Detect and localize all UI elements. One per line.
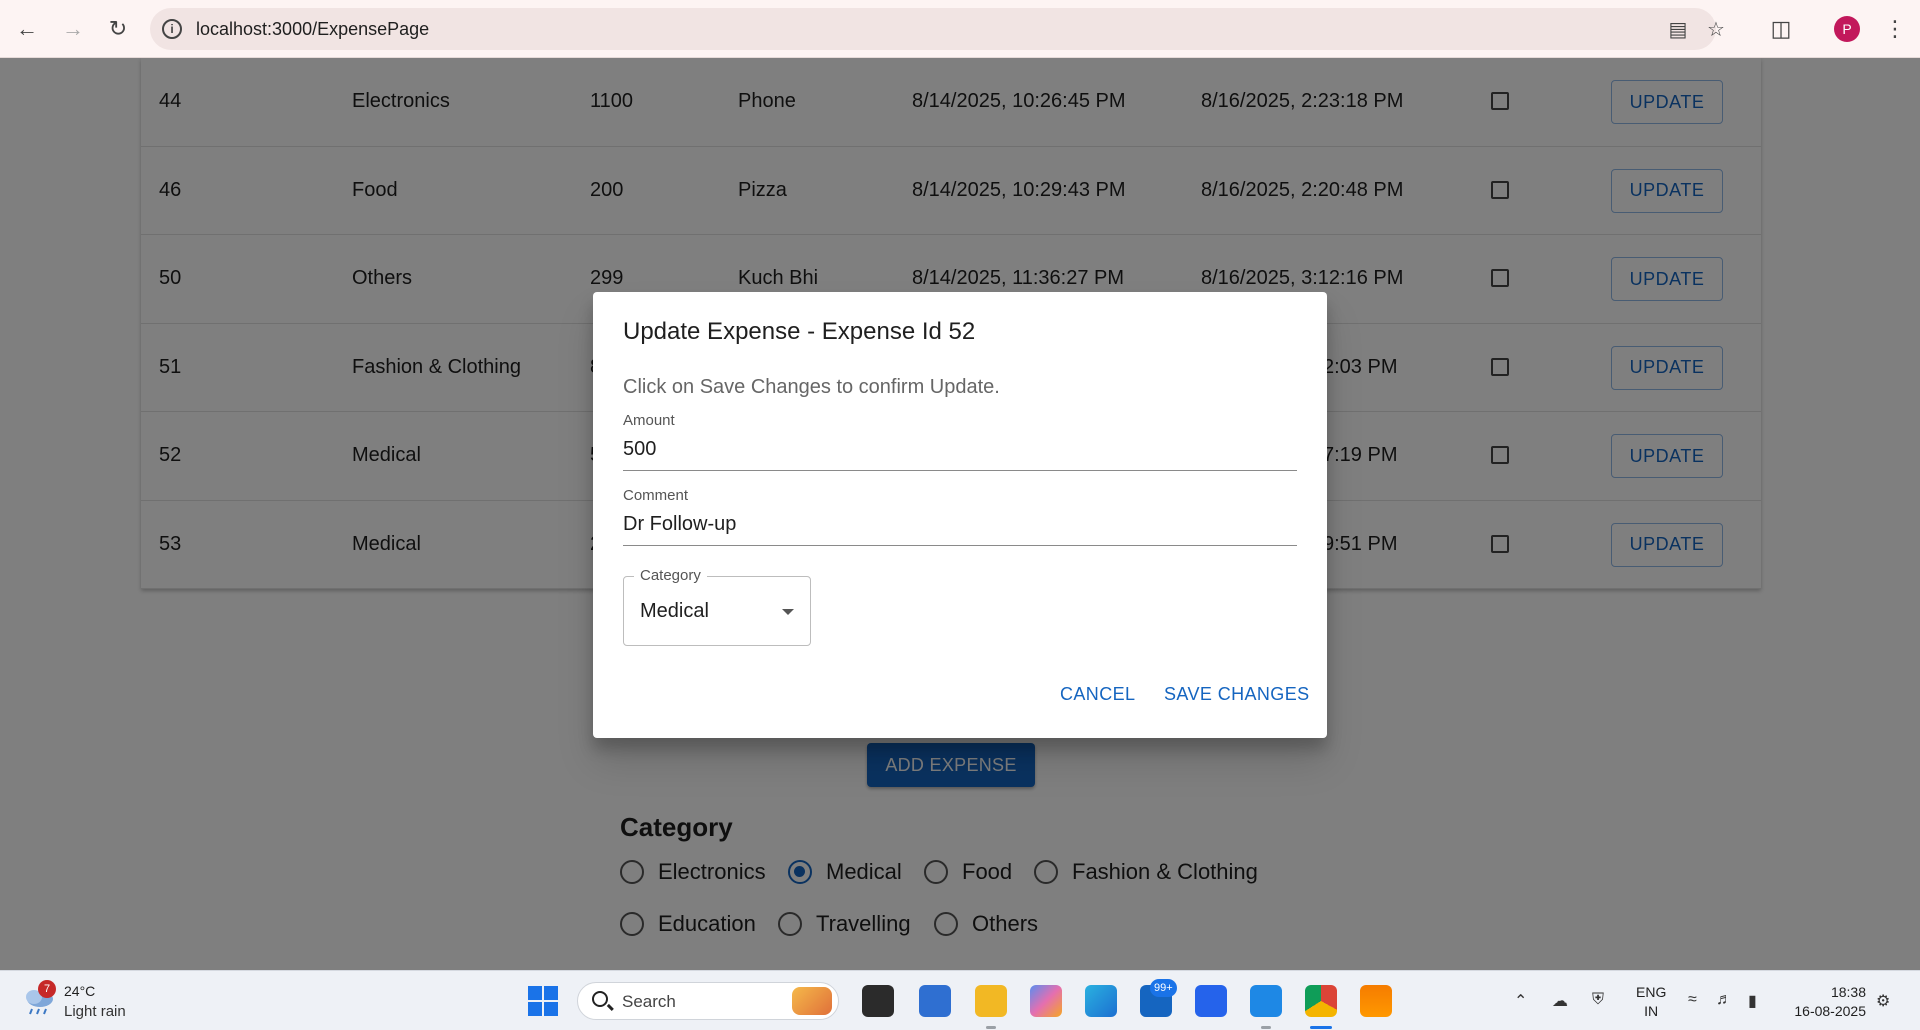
wifi-icon[interactable]: ≈ (1688, 991, 1697, 1009)
vscode-icon[interactable] (1250, 985, 1282, 1017)
edge-icon[interactable] (1085, 985, 1117, 1017)
clock[interactable]: 18:38 16-08-2025 (1782, 983, 1866, 1021)
amount-input[interactable]: 500 (623, 438, 656, 461)
app-active-indicator (1310, 1026, 1332, 1029)
save-changes-button[interactable]: SAVE CHANGES (1164, 684, 1310, 705)
volume-icon[interactable]: ♬ (1716, 991, 1732, 1009)
browser-toolbar: ← → ↻ i localhost:3000/ExpensePage ▤ ☆ ◫… (0, 0, 1920, 58)
app-running-indicator (986, 1026, 996, 1029)
install-app-icon[interactable]: ▤ (1666, 17, 1690, 41)
search-placeholder: Search (622, 992, 676, 1011)
dialog-title: Update Expense - Expense Id 52 (623, 318, 976, 345)
back-icon[interactable]: ← (10, 12, 44, 46)
category-select[interactable]: Category Medical (623, 567, 811, 646)
comment-underline (623, 545, 1297, 546)
security-shield-icon[interactable]: ⛨ (1592, 991, 1604, 1009)
clock-time: 18:38 (1830, 984, 1866, 1000)
comment-input[interactable]: Dr Follow-up (623, 513, 736, 536)
cancel-button[interactable]: CANCEL (1060, 684, 1135, 705)
chrome-icon[interactable] (1305, 985, 1337, 1017)
amount-label: Amount (623, 412, 675, 429)
task-view-icon[interactable] (862, 985, 894, 1017)
copilot-icon[interactable] (1030, 985, 1062, 1017)
amount-underline (623, 470, 1297, 471)
file-explorer-icon[interactable] (975, 985, 1007, 1017)
taskbar-search[interactable]: Search (577, 982, 839, 1020)
category-select-value: Medical (640, 600, 709, 622)
search-icon (592, 991, 608, 1007)
update-expense-dialog: Update Expense - Expense Id 52 Click on … (593, 292, 1327, 738)
weather-temperature[interactable]: 24°C (64, 983, 95, 999)
bookmark-star-icon[interactable]: ☆ (1704, 17, 1728, 41)
category-select-label: Category (634, 567, 707, 584)
extensions-icon[interactable]: ◫ (1766, 14, 1796, 44)
show-hidden-icons-chevron-icon[interactable]: ⌃ (1514, 991, 1527, 1011)
menu-kebab-icon[interactable]: ⋮ (1880, 14, 1910, 44)
dialog-description: Click on Save Changes to confirm Update. (623, 376, 1000, 398)
profile-avatar[interactable]: P (1834, 16, 1860, 42)
notification-settings-icon[interactable]: ⚙ (1876, 991, 1890, 1011)
battery-icon[interactable]: ▮ (1748, 991, 1757, 1011)
forward-icon[interactable]: → (56, 12, 90, 46)
clock-date: 16-08-2025 (1794, 1003, 1866, 1019)
weather-alert-badge: 7 (38, 980, 56, 998)
vlc-icon[interactable] (1360, 985, 1392, 1017)
todo-icon[interactable] (1195, 985, 1227, 1017)
windows-start-icon[interactable] (528, 986, 558, 1016)
dropdown-caret-icon (782, 609, 794, 615)
comment-label: Comment (623, 487, 689, 504)
mail-count-badge: 99+ (1150, 979, 1177, 997)
reload-icon[interactable]: ↻ (101, 12, 135, 46)
weather-condition[interactable]: Light rain (64, 1003, 126, 1020)
onedrive-icon[interactable]: ☁ (1552, 991, 1568, 1011)
store-icon[interactable] (919, 985, 951, 1017)
search-highlight-image (792, 987, 832, 1015)
windows-taskbar: 7 24°C Light rain Search 99+ ⌃ ☁ ⛨ ENG I… (0, 970, 1920, 1030)
site-info-icon[interactable]: i (162, 19, 182, 39)
language-indicator[interactable]: ENG IN (1636, 983, 1666, 1021)
region-code: IN (1644, 1003, 1659, 1019)
url-text[interactable]: localhost:3000/ExpensePage (196, 19, 429, 40)
language-code: ENG (1636, 984, 1667, 1000)
address-bar[interactable]: i localhost:3000/ExpensePage ▤ ☆ (150, 8, 1725, 50)
app-running-indicator (1261, 1026, 1271, 1029)
